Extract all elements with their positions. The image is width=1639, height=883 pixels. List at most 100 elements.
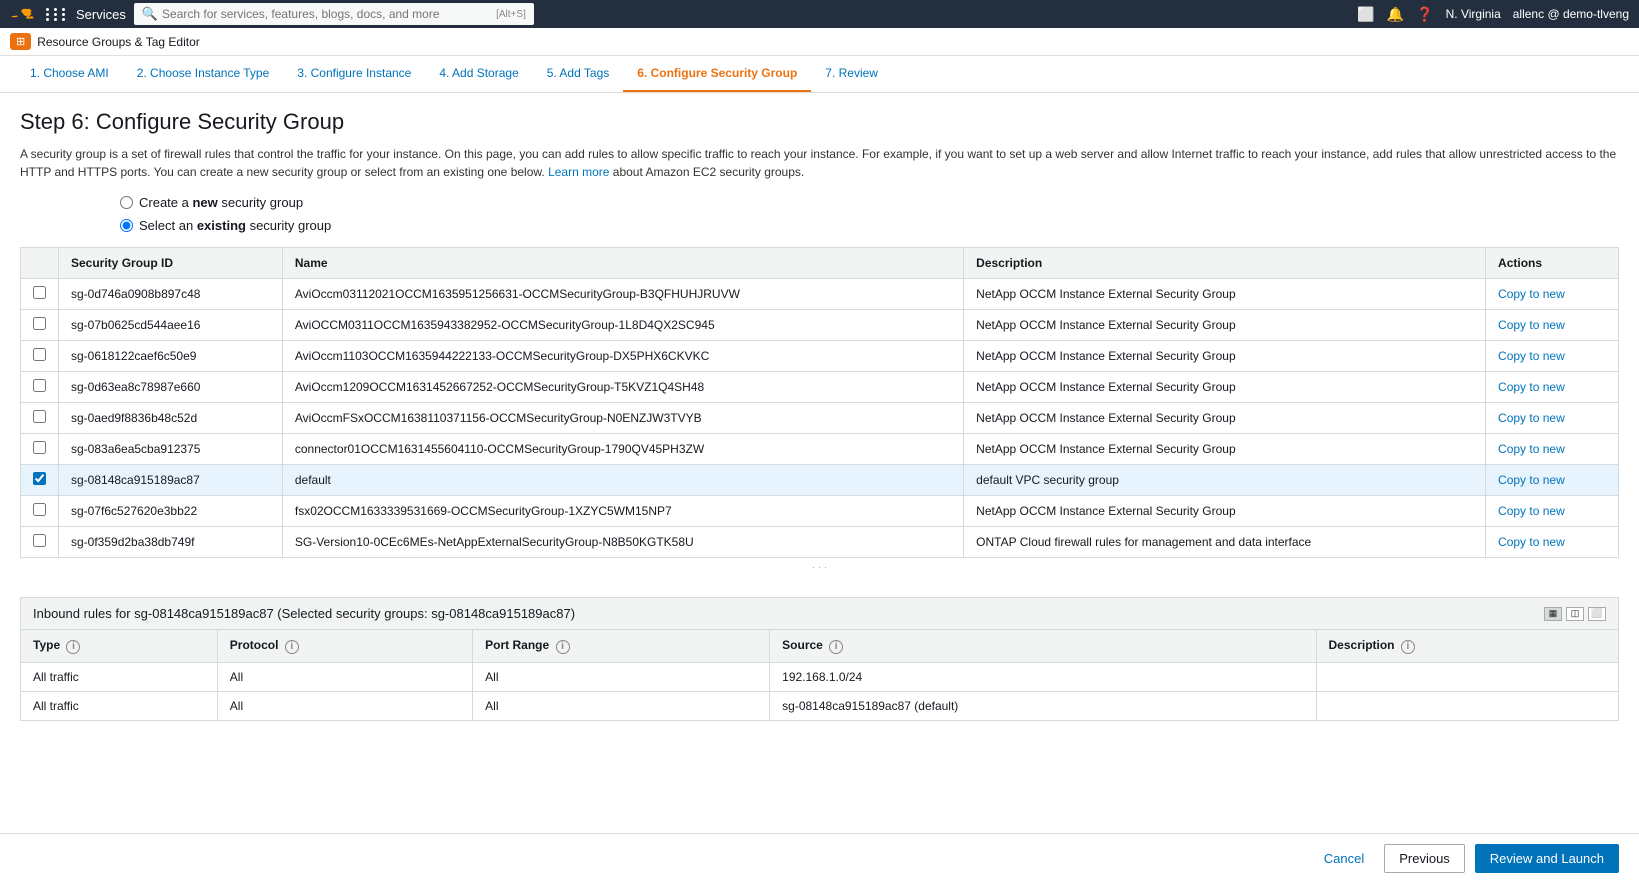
bottom-action-bar: Cancel Previous Review and Launch	[0, 833, 1639, 883]
step-2-instance-type[interactable]: 2. Choose Instance Type	[123, 56, 284, 92]
global-search-bar[interactable]: 🔍 [Alt+S]	[134, 3, 534, 25]
user-menu[interactable]: allenc @ demo-tlveng	[1513, 7, 1629, 21]
table-row[interactable]: sg-0618122caef6c50e9 AviOccm1103OCCM1635…	[21, 341, 1619, 372]
inbound-type: All traffic	[21, 662, 218, 691]
row-actions[interactable]: Copy to new	[1486, 279, 1619, 310]
previous-button[interactable]: Previous	[1384, 844, 1465, 873]
row-checkbox[interactable]	[33, 286, 46, 299]
terminal-icon[interactable]: ⬜	[1357, 6, 1374, 23]
row-checkbox[interactable]	[33, 503, 46, 516]
table-row[interactable]: sg-07f6c527620e3bb22 fsx02OCCM1633339531…	[21, 496, 1619, 527]
row-sg-id: sg-0f359d2ba38db749f	[59, 527, 283, 558]
step-6-security-group[interactable]: 6. Configure Security Group	[623, 56, 811, 92]
copy-to-new-link[interactable]: Copy to new	[1498, 442, 1565, 456]
row-checkbox[interactable]	[33, 348, 46, 361]
copy-to-new-link[interactable]: Copy to new	[1498, 318, 1565, 332]
copy-to-new-link[interactable]: Copy to new	[1498, 504, 1565, 518]
row-checkbox-cell[interactable]	[21, 527, 59, 558]
col-actions: Actions	[1486, 248, 1619, 279]
col-checkbox	[21, 248, 59, 279]
col-source: Source i	[770, 630, 1316, 663]
region-selector[interactable]: N. Virginia	[1446, 7, 1501, 21]
table-row[interactable]: sg-083a6ea5cba912375 connector01OCCM1631…	[21, 434, 1619, 465]
learn-more-link[interactable]: Learn more	[548, 165, 609, 179]
table-row[interactable]: sg-0f359d2ba38db749f SG-Version10-0CEc6M…	[21, 527, 1619, 558]
row-checkbox[interactable]	[33, 410, 46, 423]
inbound-protocol: All	[217, 662, 472, 691]
resource-groups-icon[interactable]: ⊞	[10, 33, 31, 50]
step-4-add-storage[interactable]: 4. Add Storage	[425, 56, 532, 92]
row-checkbox-cell[interactable]	[21, 341, 59, 372]
copy-to-new-link[interactable]: Copy to new	[1498, 349, 1565, 363]
radio-select-existing[interactable]: Select an existing security group	[120, 218, 1619, 233]
table-row[interactable]: sg-08148ca915189ac87 default default VPC…	[21, 465, 1619, 496]
row-actions[interactable]: Copy to new	[1486, 527, 1619, 558]
row-checkbox-cell[interactable]	[21, 465, 59, 496]
row-checkbox-cell[interactable]	[21, 403, 59, 434]
top-navigation: Services 🔍 [Alt+S] ⬜ 🔔 ❓ N. Virginia all…	[0, 0, 1639, 28]
view-icons: ▦ ◫ ⬜	[1544, 607, 1606, 621]
source-info-icon[interactable]: i	[829, 640, 843, 654]
row-checkbox-cell[interactable]	[21, 279, 59, 310]
copy-to-new-link[interactable]: Copy to new	[1498, 535, 1565, 549]
review-launch-button[interactable]: Review and Launch	[1475, 844, 1619, 873]
radio-create-new[interactable]: Create a new security group	[120, 195, 1619, 210]
step-5-add-tags[interactable]: 5. Add Tags	[533, 56, 624, 92]
page-description: A security group is a set of firewall ru…	[20, 145, 1619, 181]
inbound-rules-header: Inbound rules for sg-08148ca915189ac87 (…	[20, 597, 1619, 629]
row-actions[interactable]: Copy to new	[1486, 465, 1619, 496]
copy-to-new-link[interactable]: Copy to new	[1498, 473, 1565, 487]
row-description: NetApp OCCM Instance External Security G…	[964, 434, 1486, 465]
bell-icon[interactable]: 🔔	[1387, 6, 1404, 23]
services-button[interactable]: Services	[76, 7, 126, 22]
row-checkbox[interactable]	[33, 472, 46, 485]
row-checkbox[interactable]	[33, 379, 46, 392]
copy-to-new-link[interactable]: Copy to new	[1498, 287, 1565, 301]
inbound-port-range: All	[473, 691, 770, 720]
table-row[interactable]: sg-0d746a0908b897c48 AviOccm03112021OCCM…	[21, 279, 1619, 310]
radio-new-input[interactable]	[120, 196, 133, 209]
row-checkbox[interactable]	[33, 317, 46, 330]
row-name: fsx02OCCM1633339531669-OCCMSecurityGroup…	[282, 496, 963, 527]
aws-logo[interactable]	[10, 5, 38, 23]
copy-to-new-link[interactable]: Copy to new	[1498, 411, 1565, 425]
row-checkbox-cell[interactable]	[21, 372, 59, 403]
drag-handle[interactable]: · · ·	[20, 558, 1619, 577]
step-1-choose-ami[interactable]: 1. Choose AMI	[16, 56, 123, 92]
step-7-review[interactable]: 7. Review	[811, 56, 892, 92]
view-icon-3[interactable]: ⬜	[1588, 607, 1606, 621]
row-checkbox[interactable]	[33, 441, 46, 454]
row-actions[interactable]: Copy to new	[1486, 434, 1619, 465]
row-name: AviOccm1103OCCM1635944222133-OCCMSecurit…	[282, 341, 963, 372]
copy-to-new-link[interactable]: Copy to new	[1498, 380, 1565, 394]
port-info-icon[interactable]: i	[556, 640, 570, 654]
row-actions[interactable]: Copy to new	[1486, 403, 1619, 434]
row-checkbox-cell[interactable]	[21, 434, 59, 465]
cancel-button[interactable]: Cancel	[1314, 845, 1374, 872]
view-icon-2[interactable]: ◫	[1566, 607, 1584, 621]
row-name: default	[282, 465, 963, 496]
view-icon-1[interactable]: ▦	[1544, 607, 1562, 621]
row-description: NetApp OCCM Instance External Security G…	[964, 372, 1486, 403]
help-icon[interactable]: ❓	[1416, 6, 1433, 23]
col-description: Description	[964, 248, 1486, 279]
row-checkbox-cell[interactable]	[21, 496, 59, 527]
step-3-configure-instance[interactable]: 3. Configure Instance	[283, 56, 425, 92]
security-group-assignment: Create a new security group Select an ex…	[20, 195, 1619, 233]
grid-icon[interactable]	[46, 8, 68, 21]
row-sg-id: sg-08148ca915189ac87	[59, 465, 283, 496]
search-input[interactable]	[162, 7, 492, 21]
row-actions[interactable]: Copy to new	[1486, 372, 1619, 403]
desc-info-icon[interactable]: i	[1401, 640, 1415, 654]
type-info-icon[interactable]: i	[66, 640, 80, 654]
row-actions[interactable]: Copy to new	[1486, 341, 1619, 372]
table-row[interactable]: sg-07b0625cd544aee16 AviOCCM0311OCCM1635…	[21, 310, 1619, 341]
row-checkbox[interactable]	[33, 534, 46, 547]
row-checkbox-cell[interactable]	[21, 310, 59, 341]
protocol-info-icon[interactable]: i	[285, 640, 299, 654]
row-actions[interactable]: Copy to new	[1486, 310, 1619, 341]
table-row[interactable]: sg-0d63ea8c78987e660 AviOccm1209OCCM1631…	[21, 372, 1619, 403]
table-row[interactable]: sg-0aed9f8836b48c52d AviOccmFSxOCCM16381…	[21, 403, 1619, 434]
radio-existing-input[interactable]	[120, 219, 133, 232]
row-actions[interactable]: Copy to new	[1486, 496, 1619, 527]
